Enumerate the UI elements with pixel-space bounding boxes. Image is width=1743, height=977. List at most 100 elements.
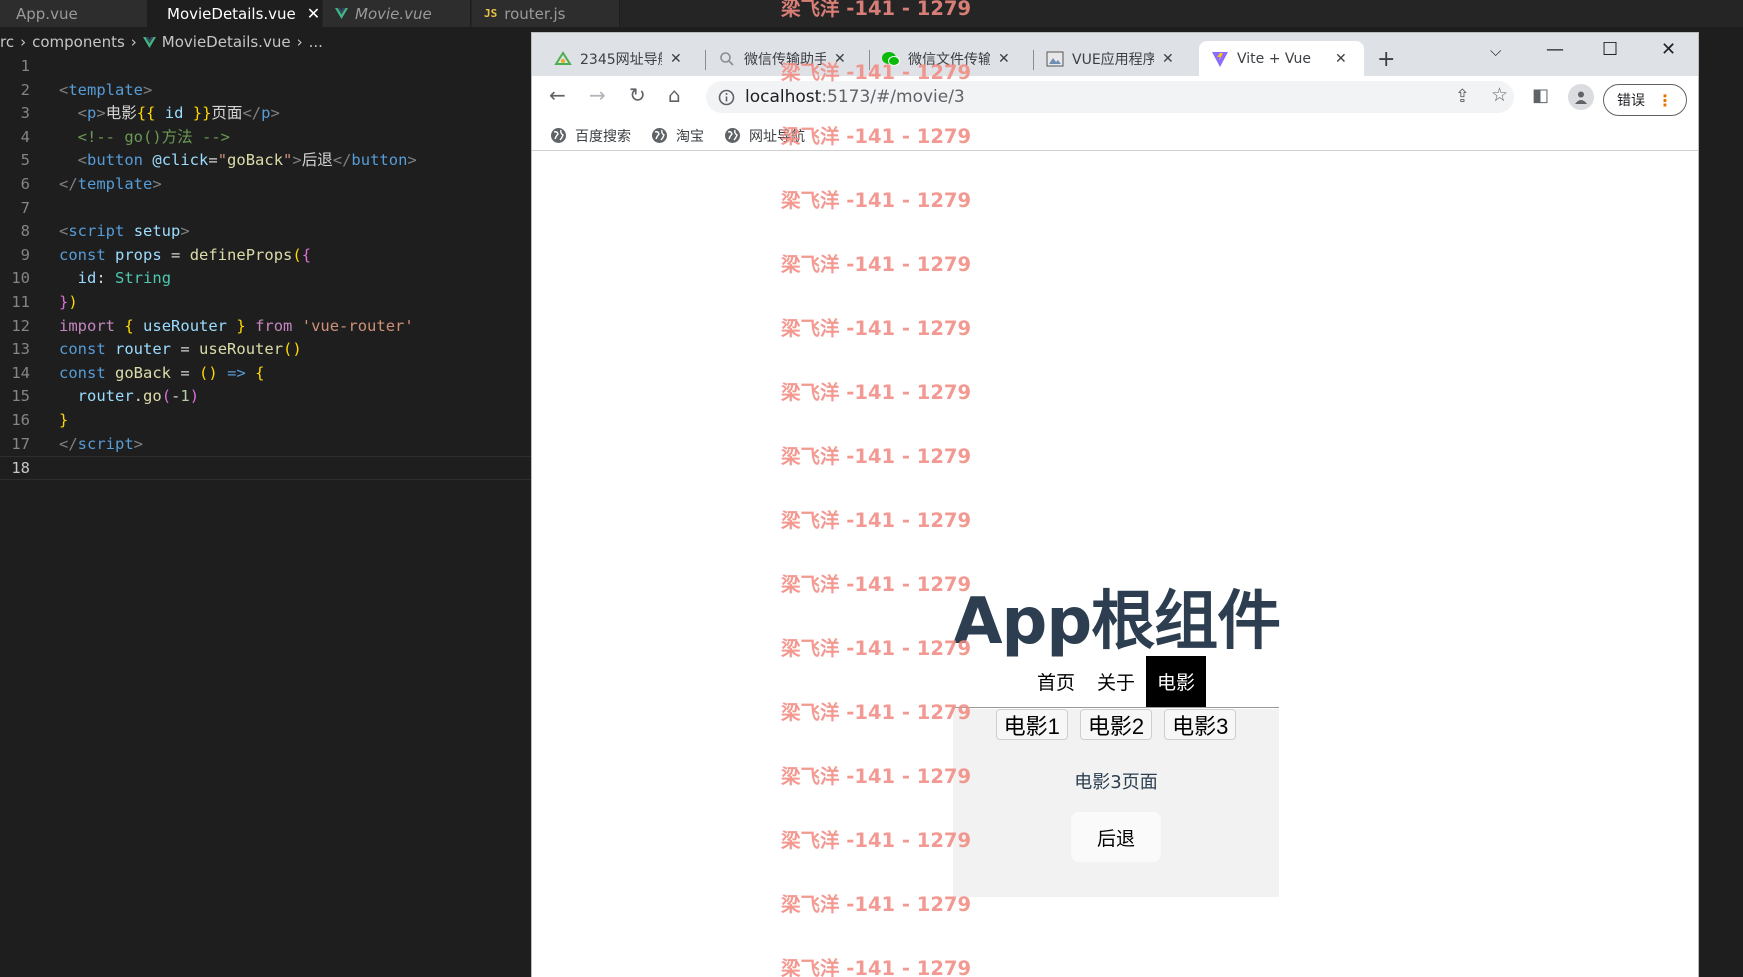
code-line: 13 const router = useRouter() [0,338,532,362]
minimize-icon[interactable]: — [1546,39,1564,60]
maximize-icon[interactable]: ☐ [1602,39,1618,60]
browser-tab-2345[interactable]: 2345网址导航 ✕ [542,41,694,76]
breadcrumb-item[interactable]: rc [0,33,14,51]
movie-3-button[interactable]: 电影3 [1164,709,1237,740]
watermark-text: 梁飞洋 -141 - 1279 [781,957,972,977]
code-line-current: 18 [0,456,532,480]
browser-tab-strip: 2345网址导航 ✕ 微信传输助手 ✕ 微信文件传输 ✕ VUE应用程序 ✕ [532,33,1698,76]
editor-tab-movie-vue[interactable]: Movie.vue [323,0,471,27]
code-text: }) [59,292,78,311]
watermark-text: 梁飞洋 -141 - 1279 [781,317,972,340]
code-line: 11}) [0,291,532,315]
globe-icon [652,128,667,143]
browser-window: 2345网址导航 ✕ 微信传输助手 ✕ 微信文件传输 ✕ VUE应用程序 ✕ [532,33,1698,977]
bookmark-baidu[interactable]: 百度搜索 [550,126,631,146]
back-button[interactable]: 后退 [1071,812,1161,862]
line-number: 2 [20,80,30,99]
line-number: 6 [20,174,30,193]
info-icon[interactable] [718,89,735,106]
chevron-right-icon: › [296,33,303,51]
code-area[interactable]: 1 2 <template> 3 <p>电影{{ id }}页面</p> 4 <!… [0,55,532,480]
line-number: 9 [20,245,30,264]
profile-avatar-icon[interactable] [1568,84,1594,110]
editor-tab-label: MovieDetails.vue [167,4,296,23]
globe-icon [725,128,740,143]
code-line: 12 import { useRouter } from 'vue-router' [0,315,532,339]
watermark-text: 梁飞洋 -141 - 1279 [781,0,972,20]
breadcrumb: rc › components › MovieDetails.vue › ... [0,29,323,55]
nav-link-movie[interactable]: 电影 [1146,656,1207,707]
code-line: 16} [0,409,532,433]
line-number: 11 [11,292,30,311]
code-text: const router = useRouter() [59,340,302,359]
line-number: 14 [11,363,30,382]
watermark-text: 梁飞洋 -141 - 1279 [781,61,972,84]
editor-tab-moviedetails-vue[interactable]: MovieDetails.vue ✕ [148,0,322,27]
search-icon [718,50,736,68]
star-icon[interactable]: ☆ [1491,84,1508,106]
bookmarks-bar: 百度搜索 淘宝 网址导航 [532,121,1698,151]
breadcrumb-item[interactable]: MovieDetails.vue [162,33,291,51]
forward-arrow-icon[interactable]: → [589,83,606,107]
movie-panel: 电影1 电影2 电影3 电影3页面 后退 [953,709,1279,897]
editor-tab-label: Movie.vue [355,4,432,23]
line-number: 4 [20,127,30,146]
globe-icon [551,128,566,143]
error-button-label: 错误 [1617,93,1645,109]
close-window-icon[interactable]: ✕ [1661,39,1676,60]
vite-icon [1211,50,1229,68]
line-number: 3 [20,104,30,123]
code-text: id: String [77,269,172,288]
close-icon[interactable]: ✕ [670,51,682,67]
nav-link-about[interactable]: 关于 [1086,656,1146,707]
editor-tab-router-js[interactable]: JS router.js [472,0,620,27]
close-icon[interactable]: ✕ [1162,51,1174,67]
code-line: 5 <button @click="goBack">后退</button> [0,149,532,173]
watermark-text: 梁飞洋 -141 - 1279 [781,445,972,468]
watermark-text: 梁飞洋 -141 - 1279 [781,893,972,916]
js-icon: JS [484,7,498,20]
home-icon[interactable]: ⌂ [668,83,681,107]
code-text: <p>电影{{ id }}页面</p> [77,104,280,123]
editor-tab-app-vue[interactable]: App.vue [0,0,148,27]
nav-link-home[interactable]: 首页 [1026,656,1086,707]
line-number: 12 [11,316,30,335]
code-line: 15 router.go(-1) [0,385,532,409]
watermark-text: 梁飞洋 -141 - 1279 [781,189,972,212]
back-arrow-icon[interactable]: ← [549,83,566,107]
chevron-down-icon[interactable]: ⌵ [1490,42,1501,60]
code-text: const props = defineProps({ [59,245,312,264]
sidebar-icon[interactable]: ◧ [1532,85,1549,106]
share-icon[interactable]: ⇪ [1455,86,1470,107]
reload-icon[interactable]: ↻ [629,83,646,107]
movie-1-button[interactable]: 电影1 [995,709,1068,740]
main-nav: 首页 关于 电影 [953,656,1279,708]
line-number: 17 [11,434,30,453]
code-line: 10 id: String [0,267,532,291]
browser-tab-vite-vue[interactable]: Vite + Vue ✕ [1199,41,1364,76]
line-number: 8 [20,222,30,241]
error-button[interactable]: 错误 ⋮ [1603,84,1687,116]
close-icon[interactable]: ✕ [1335,51,1347,67]
url-text: localhost:5173/#/movie/3 [745,87,965,107]
bookmark-taobao[interactable]: 淘宝 [651,126,704,146]
code-line: 8 <script setup> [0,220,532,244]
vue-icon [335,8,348,19]
code-text: <script setup> [59,222,190,241]
code-text: <template> [59,80,153,99]
close-icon[interactable]: ✕ [307,4,320,23]
address-bar[interactable]: localhost:5173/#/movie/3 ⇪ ☆ [706,81,1514,113]
movie-2-button[interactable]: 电影2 [1079,709,1153,740]
editor-tab-label: router.js [504,4,566,23]
code-text: <!-- go()方法 --> [77,127,230,146]
new-tab-icon[interactable]: + [1377,47,1395,72]
web-page: App根组件 首页 关于 电影 电影1 电影2 电影3 电影3页面 后退 [532,152,1698,977]
line-number: 15 [11,387,30,406]
breadcrumb-item[interactable]: ... [309,33,323,51]
chevron-right-icon: › [130,33,137,51]
browser-tab-vue-app[interactable]: VUE应用程序 ✕ [1034,41,1186,76]
watermark-text: 梁飞洋 -141 - 1279 [781,701,972,724]
breadcrumb-item[interactable]: components [32,33,125,51]
close-icon[interactable]: ✕ [998,51,1010,67]
2345-icon [554,50,572,68]
